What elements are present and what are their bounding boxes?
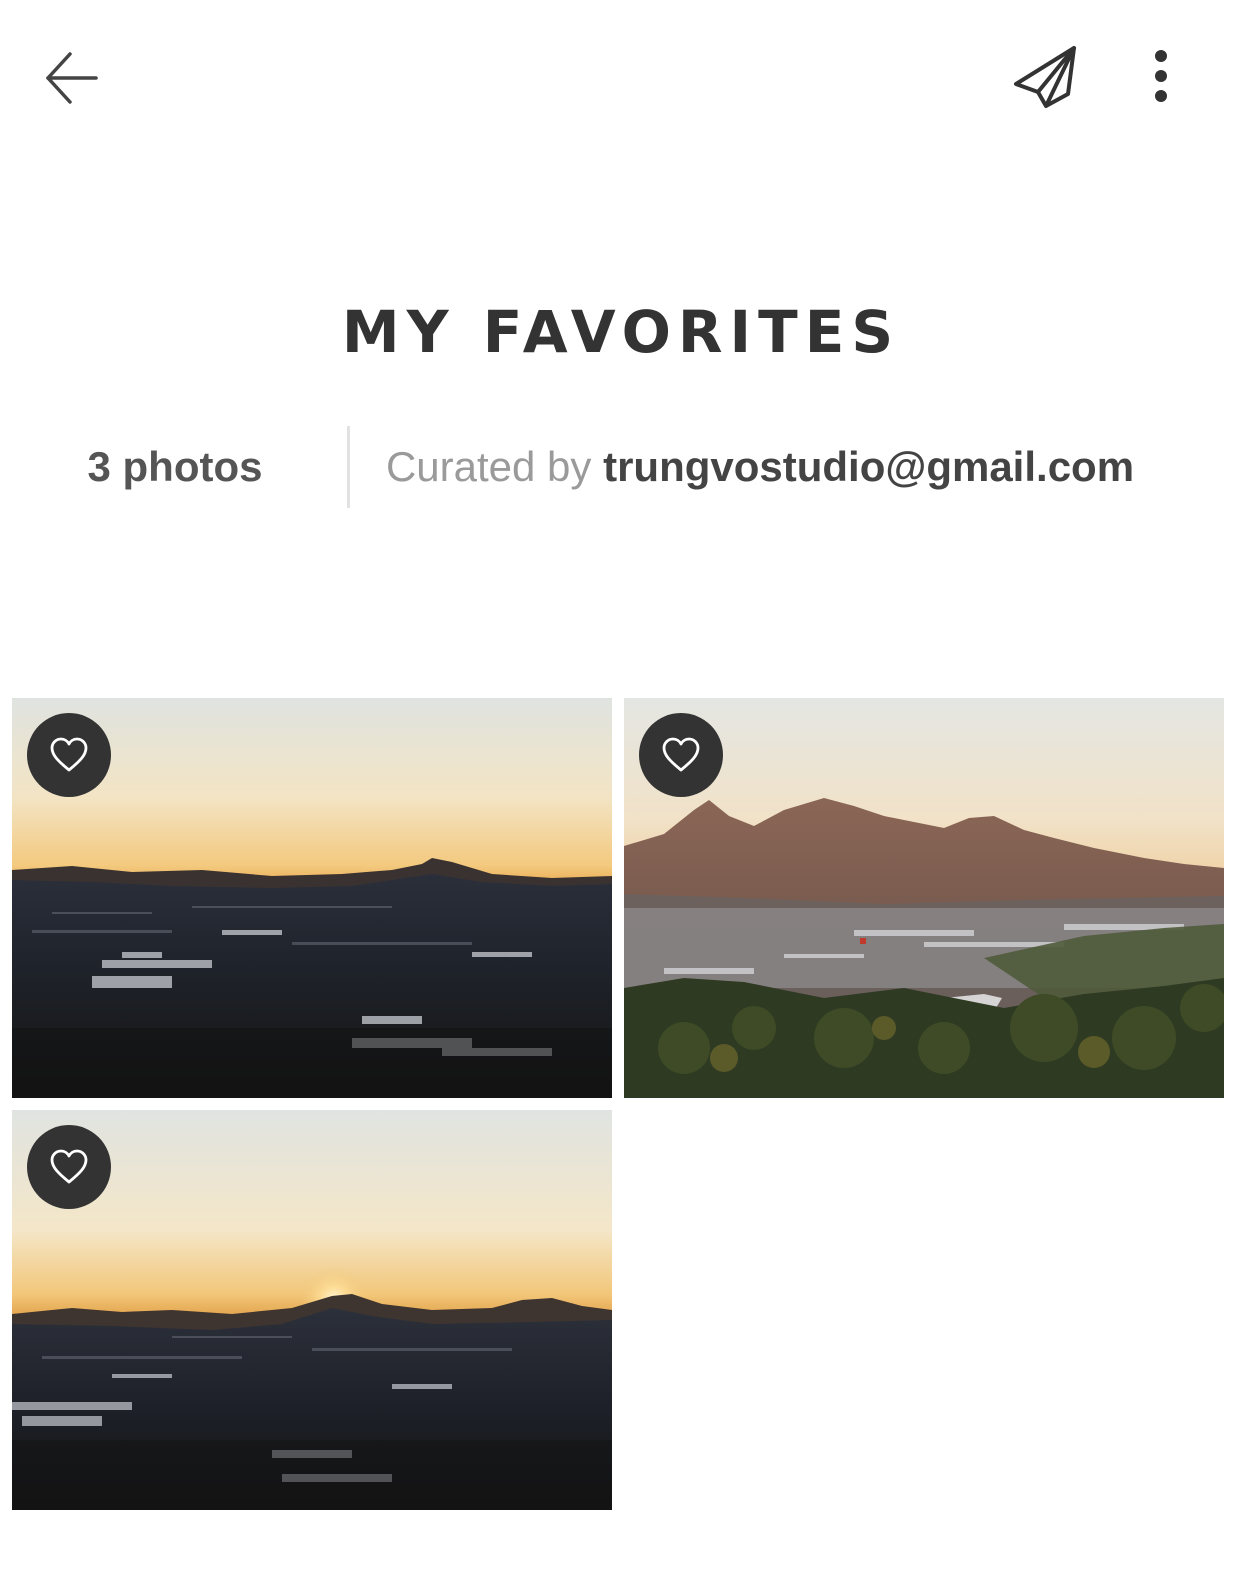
photo-count: 3 photos: [87, 443, 263, 490]
favorite-button[interactable]: [27, 713, 111, 797]
page-title: MY FAVORITES: [341, 298, 901, 366]
favorite-button[interactable]: [639, 713, 723, 797]
heart-outline-icon: [50, 737, 88, 772]
heart-outline-icon: [662, 737, 700, 772]
arrow-left-icon: [46, 52, 98, 104]
curated-label: Curated by: [385, 443, 592, 490]
favorite-button[interactable]: [27, 1125, 111, 1209]
curator-link[interactable]: trungvostudio@gmail.com: [603, 443, 1134, 490]
meta-divider: [347, 426, 350, 508]
heart-outline-icon: [50, 1149, 88, 1184]
more-options-button[interactable]: [1130, 40, 1192, 112]
curated-by: Curated by trungvostudio@gmail.com: [380, 440, 1140, 494]
photo-tile[interactable]: [12, 1110, 612, 1510]
share-button[interactable]: [1000, 32, 1090, 122]
more-vertical-icon: [1155, 50, 1167, 102]
top-bar: [0, 0, 1242, 160]
photo-tile[interactable]: [12, 698, 612, 1098]
photo-tile[interactable]: [624, 698, 1224, 1098]
paper-plane-icon: [1014, 46, 1076, 108]
collection-meta: 3 photos Curated by trungvostudio@gmail.…: [0, 426, 1242, 508]
back-button[interactable]: [30, 36, 114, 120]
